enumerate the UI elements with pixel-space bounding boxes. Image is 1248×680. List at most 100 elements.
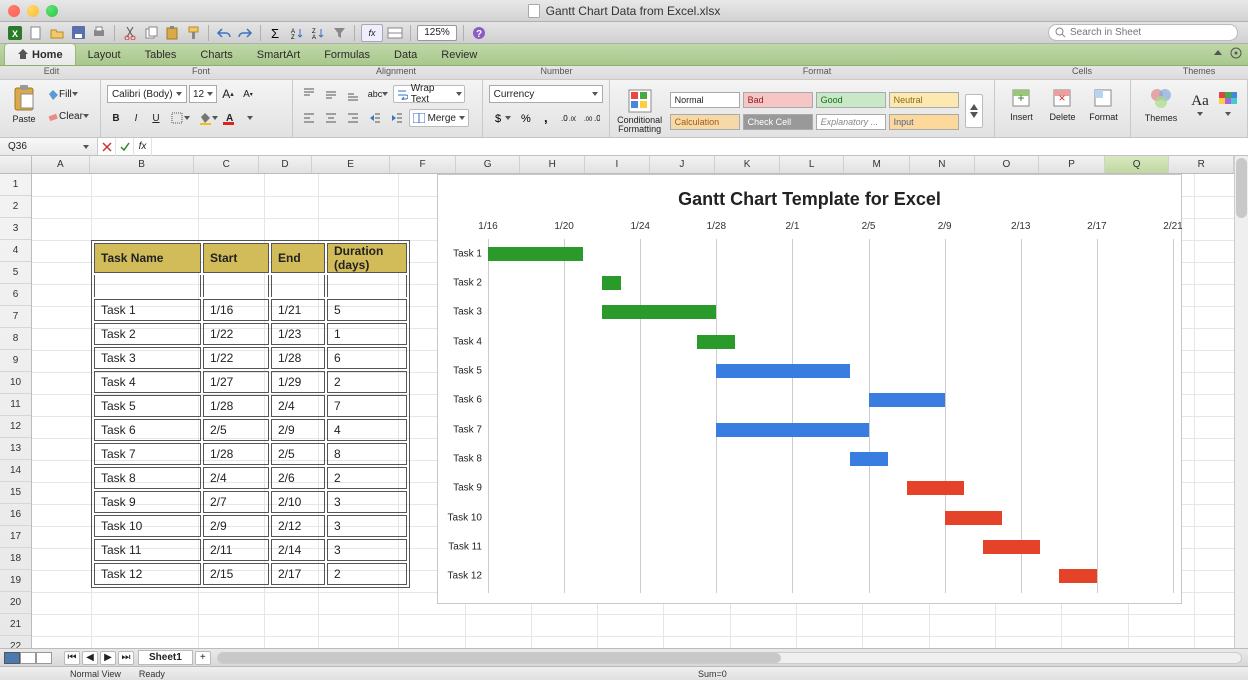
table-cell[interactable]: Task 2 <box>94 323 201 345</box>
table-cell[interactable]: 2 <box>327 467 407 489</box>
fx-icon[interactable]: fx <box>134 138 152 156</box>
ribbon-settings-icon[interactable] <box>1230 47 1242 59</box>
name-box[interactable]: Q36 <box>0 138 98 155</box>
table-cell[interactable]: 1/28 <box>203 395 269 417</box>
col-header-O[interactable]: O <box>975 156 1040 173</box>
table-cell[interactable]: Task 3 <box>94 347 201 369</box>
decrease-indent-icon[interactable] <box>365 109 385 127</box>
chart-bar[interactable] <box>716 423 868 437</box>
chart-bar[interactable] <box>983 540 1040 554</box>
row-header-21[interactable]: 21 <box>0 614 31 636</box>
col-header-A[interactable]: A <box>32 156 90 173</box>
bold-button[interactable]: B <box>107 109 125 127</box>
tab-layout[interactable]: Layout <box>76 45 133 65</box>
table-cell[interactable]: 2/11 <box>203 539 269 561</box>
data-table[interactable]: Task NameStartEndDuration (days) Task 11… <box>91 240 410 588</box>
styles-more-icon[interactable] <box>965 94 983 128</box>
table-cell[interactable]: 3 <box>327 491 407 513</box>
style-normal[interactable]: Normal <box>670 92 740 108</box>
conditional-formatting-button[interactable]: Conditional Formatting <box>616 87 664 135</box>
row-header-8[interactable]: 8 <box>0 328 31 350</box>
row-header-20[interactable]: 20 <box>0 592 31 614</box>
table-cell[interactable]: 1/29 <box>271 371 325 393</box>
formula-input[interactable] <box>152 141 1248 152</box>
table-header[interactable]: Task Name <box>94 243 201 273</box>
number-format-combo[interactable]: Currency <box>489 85 603 103</box>
row-header-3[interactable]: 3 <box>0 218 31 240</box>
insert-cells-button[interactable]: +Insert <box>1001 80 1042 128</box>
table-cell[interactable]: 2/14 <box>271 539 325 561</box>
row-header-13[interactable]: 13 <box>0 438 31 460</box>
gantt-chart[interactable]: Gantt Chart Template for Excel 1/161/201… <box>437 174 1182 604</box>
increase-indent-icon[interactable] <box>387 109 407 127</box>
table-cell[interactable]: 2/4 <box>271 395 325 417</box>
table-cell[interactable]: 2/17 <box>271 563 325 585</box>
row-header-4[interactable]: 4 <box>0 240 31 262</box>
col-header-H[interactable]: H <box>520 156 585 173</box>
table-cell[interactable]: 2/5 <box>203 419 269 441</box>
horizontal-scrollbar[interactable] <box>217 652 1242 664</box>
new-file-icon[interactable] <box>27 24 45 42</box>
col-header-I[interactable]: I <box>585 156 650 173</box>
sort-asc-icon[interactable]: AZ <box>288 24 306 42</box>
table-cell[interactable]: 1/22 <box>203 347 269 369</box>
table-cell[interactable]: 1 <box>327 323 407 345</box>
collapse-ribbon-icon[interactable] <box>1212 47 1224 59</box>
table-cell[interactable]: 5 <box>327 299 407 321</box>
table-cell[interactable]: 1/16 <box>203 299 269 321</box>
style-input[interactable]: Input <box>889 114 959 130</box>
table-cell[interactable]: 1/28 <box>203 443 269 465</box>
table-cell[interactable]: 2/15 <box>203 563 269 585</box>
table-cell[interactable]: Task 9 <box>94 491 201 513</box>
row-header-1[interactable]: 1 <box>0 174 31 196</box>
align-left-icon[interactable] <box>299 109 319 127</box>
themes-button[interactable]: Themes <box>1137 80 1185 128</box>
table-cell[interactable]: Task 5 <box>94 395 201 417</box>
table-cell[interactable]: Task 4 <box>94 371 201 393</box>
row-header-6[interactable]: 6 <box>0 284 31 306</box>
sort-desc-icon[interactable]: ZA <box>309 24 327 42</box>
table-cell[interactable]: Task 11 <box>94 539 201 561</box>
table-cell[interactable]: 2 <box>327 371 407 393</box>
add-sheet-icon[interactable]: + <box>195 651 211 665</box>
tab-home[interactable]: Home <box>4 43 76 65</box>
table-cell[interactable]: 3 <box>327 539 407 561</box>
borders-button[interactable] <box>167 109 193 127</box>
align-middle-icon[interactable] <box>321 85 341 103</box>
decrease-decimal-icon[interactable]: .00.0 <box>581 109 602 127</box>
search-input[interactable] <box>1070 27 1231 38</box>
cancel-formula-icon[interactable] <box>98 138 116 156</box>
table-cell[interactable]: Task 8 <box>94 467 201 489</box>
chart-bar[interactable] <box>945 511 1002 525</box>
normal-view-icon[interactable] <box>4 652 20 664</box>
table-cell[interactable]: 2/10 <box>271 491 325 513</box>
cut-icon[interactable] <box>121 24 139 42</box>
table-cell[interactable]: 8 <box>327 443 407 465</box>
table-cell[interactable]: 1/28 <box>271 347 325 369</box>
search-field[interactable] <box>1048 24 1238 41</box>
row-header-7[interactable]: 7 <box>0 306 31 328</box>
close-window-icon[interactable] <box>8 5 20 17</box>
chart-bar[interactable] <box>869 393 945 407</box>
tab-tables[interactable]: Tables <box>133 45 189 65</box>
align-top-icon[interactable] <box>299 85 319 103</box>
increase-decimal-icon[interactable]: .0.00 <box>558 109 579 127</box>
page-break-view-icon[interactable] <box>36 652 52 664</box>
italic-button[interactable]: I <box>127 109 145 127</box>
show-formulas-icon[interactable] <box>386 24 404 42</box>
cells-canvas[interactable]: Task NameStartEndDuration (days) Task 11… <box>32 174 1234 654</box>
chart-bar[interactable] <box>697 335 735 349</box>
wrap-text-button[interactable]: Wrap Text <box>393 85 465 103</box>
comma-format-icon[interactable]: , <box>537 109 556 127</box>
format-painter-icon[interactable] <box>184 24 202 42</box>
table-cell[interactable]: 2 <box>327 563 407 585</box>
col-header-C[interactable]: C <box>194 156 259 173</box>
redo-icon[interactable] <box>236 24 254 42</box>
table-cell[interactable]: 1/21 <box>271 299 325 321</box>
table-cell[interactable]: Task 6 <box>94 419 201 441</box>
chart-bar[interactable] <box>716 364 849 378</box>
table-cell[interactable]: Task 10 <box>94 515 201 537</box>
chart-bar[interactable] <box>850 452 888 466</box>
chart-bar[interactable] <box>1059 569 1097 583</box>
table-cell[interactable]: 7 <box>327 395 407 417</box>
